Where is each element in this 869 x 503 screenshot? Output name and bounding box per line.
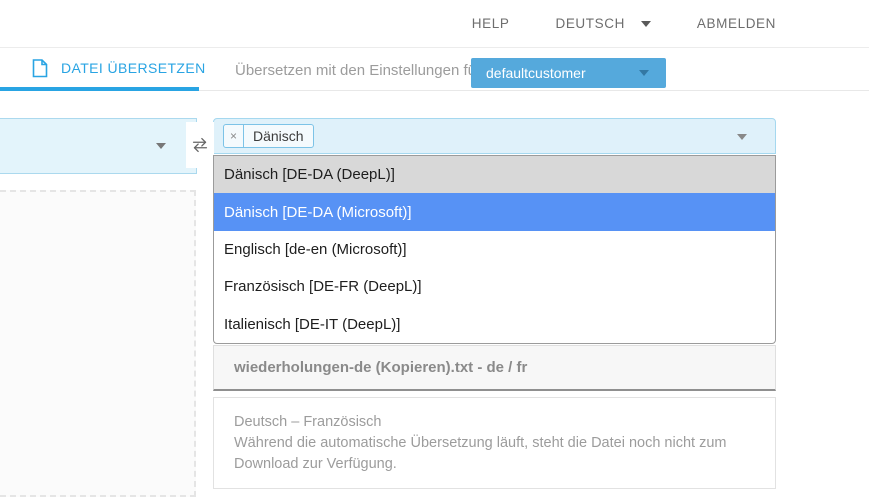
customer-select[interactable]: defaultcustomer	[471, 58, 666, 88]
swap-arrows-icon	[189, 134, 211, 156]
logout-link[interactable]: ABMELDEN	[697, 16, 776, 31]
toolbar: DATEI ÜBERSETZEN Übersetzen mit den Eins…	[0, 49, 869, 91]
swap-languages-button[interactable]	[186, 122, 214, 168]
target-language-select[interactable]: × Dänisch	[213, 118, 776, 154]
customer-select-value: defaultcustomer	[486, 65, 586, 81]
selected-language-tag-label: Dänisch	[244, 128, 313, 144]
selected-language-tag: × Dänisch	[223, 124, 314, 148]
file-name-text: wiederholungen-de (Kopieren).txt - de / …	[234, 359, 527, 376]
translation-status-panel: Deutsch – Französisch Während die automa…	[213, 397, 776, 489]
tab-translate-file-label: DATEI ÜBERSETZEN	[61, 60, 206, 76]
chevron-down-icon	[639, 70, 649, 76]
file-document-icon	[32, 59, 48, 78]
status-text: Während die automatische Übersetzung läu…	[234, 433, 755, 475]
help-link[interactable]: HELP	[472, 16, 510, 31]
dropdown-option[interactable]: Dänisch [DE-DA (Microsoft)]	[214, 193, 775, 230]
source-language-select[interactable]	[0, 118, 197, 174]
close-icon[interactable]: ×	[224, 125, 244, 147]
settings-for-label: Übersetzen mit den Einstellungen für:	[235, 49, 485, 91]
language-pair-text: Deutsch – Französisch	[234, 412, 755, 433]
language-options-dropdown: Dänisch [DE-DA (DeepL)] Dänisch [DE-DA (…	[213, 155, 776, 344]
dropdown-option[interactable]: Italienisch [DE-IT (DeepL)]	[214, 306, 775, 343]
language-menu-label: DEUTSCH	[555, 16, 624, 31]
chevron-down-icon	[641, 21, 651, 27]
chevron-down-icon	[156, 143, 166, 149]
tab-translate-file[interactable]: DATEI ÜBERSETZEN	[0, 49, 199, 91]
file-entry-row: wiederholungen-de (Kopieren).txt - de / …	[213, 345, 776, 391]
file-dropzone[interactable]	[0, 190, 196, 497]
dropdown-option[interactable]: Englisch [de-en (Microsoft)]	[214, 231, 775, 268]
dropdown-option[interactable]: Dänisch [DE-DA (DeepL)]	[214, 156, 775, 193]
dropdown-option[interactable]: Französisch [DE-FR (DeepL)]	[214, 268, 775, 305]
chevron-down-icon	[737, 134, 747, 140]
language-menu[interactable]: DEUTSCH	[555, 16, 650, 31]
topbar: HELP DEUTSCH ABMELDEN	[0, 0, 869, 48]
